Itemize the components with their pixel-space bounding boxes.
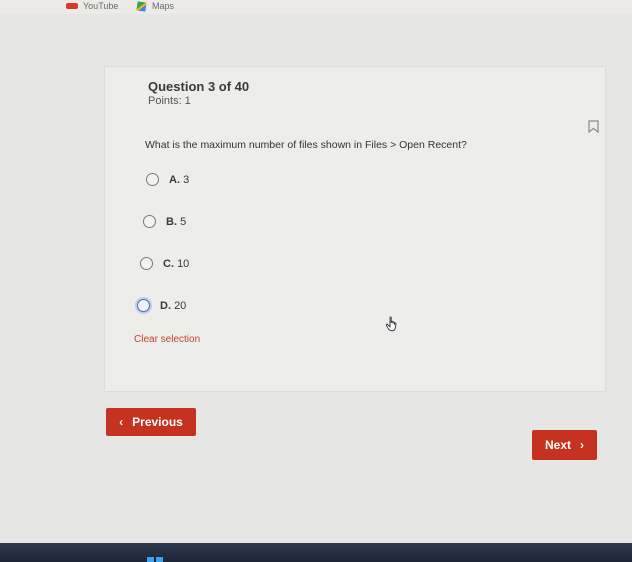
radio-button[interactable] xyxy=(140,257,153,270)
chevron-right-icon: › xyxy=(580,438,584,452)
windows-start-icon[interactable] xyxy=(147,557,163,562)
option-letter: B. xyxy=(166,215,177,228)
next-button[interactable]: Next › xyxy=(532,430,597,460)
radio-button[interactable] xyxy=(137,299,150,312)
option-letter: C. xyxy=(163,257,174,270)
chevron-left-icon: ‹ xyxy=(119,415,124,429)
bookmarks-bar: YouTube Maps xyxy=(0,0,632,14)
option-letter: A. xyxy=(169,173,180,186)
option-letter: D. xyxy=(160,299,171,312)
youtube-icon xyxy=(66,3,78,9)
option-value: 20 xyxy=(174,299,187,312)
next-label: Next xyxy=(544,438,571,452)
bookmark-maps[interactable]: Maps xyxy=(136,0,174,12)
clear-selection-link[interactable]: Clear selection xyxy=(134,334,200,345)
bookmark-label: YouTube xyxy=(83,1,119,11)
question-text: What is the maximum number of files show… xyxy=(145,139,467,151)
option-value: 5 xyxy=(180,215,187,228)
option-value: 3 xyxy=(183,173,190,186)
bookmark-label: Maps xyxy=(152,1,175,11)
radio-button[interactable] xyxy=(146,173,159,186)
bookmark-flag-icon[interactable] xyxy=(588,120,599,133)
taskbar xyxy=(0,543,632,562)
option-value: 10 xyxy=(177,257,190,270)
previous-label: Previous xyxy=(132,415,183,429)
bookmark-youtube[interactable]: YouTube xyxy=(66,0,118,12)
option-a[interactable]: A. 3 xyxy=(146,173,189,186)
option-c[interactable]: C. 10 xyxy=(140,257,189,270)
previous-button[interactable]: ‹ Previous xyxy=(106,408,196,436)
question-points: Points: 1 xyxy=(148,95,191,107)
option-d[interactable]: D. 20 xyxy=(137,299,186,312)
question-card: Question 3 of 40 Points: 1 What is the m… xyxy=(104,66,606,392)
radio-button[interactable] xyxy=(143,215,156,228)
question-title: Question 3 of 40 xyxy=(148,79,250,94)
maps-icon xyxy=(136,1,147,12)
option-b[interactable]: B. 5 xyxy=(143,215,186,228)
hand-cursor-icon xyxy=(385,316,397,332)
